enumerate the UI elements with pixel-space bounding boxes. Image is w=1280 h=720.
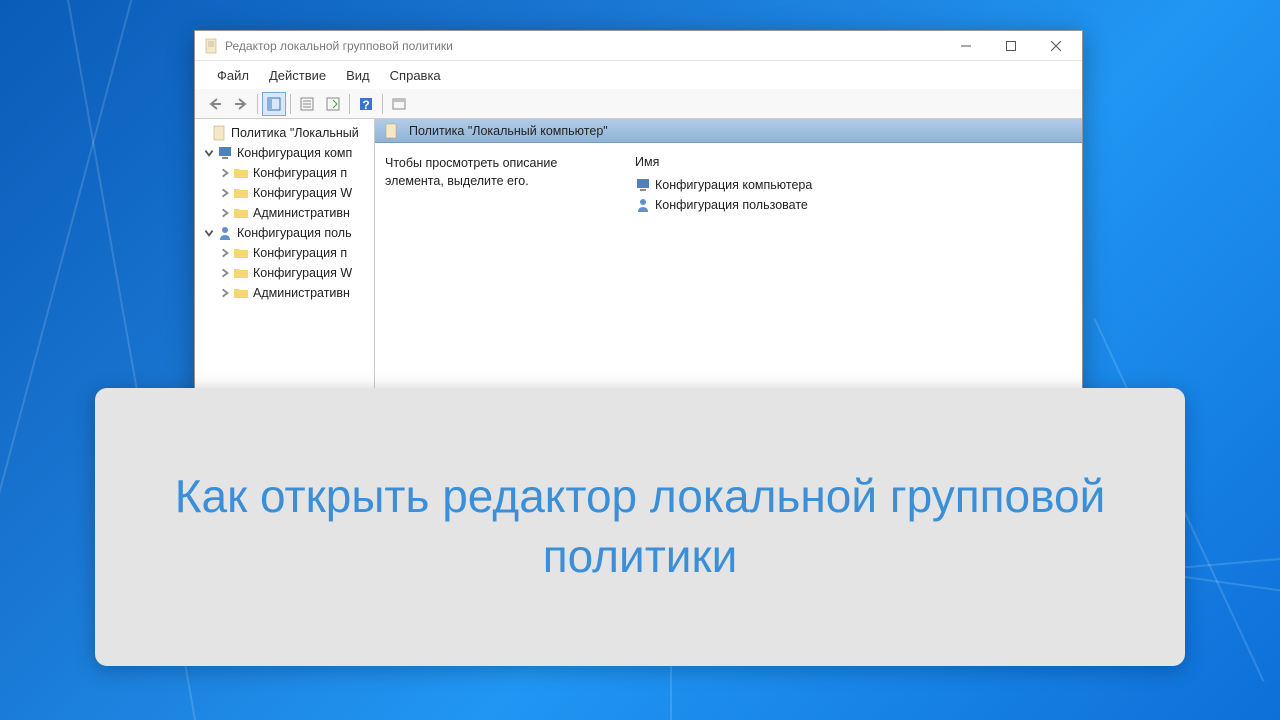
window-title: Редактор локальной групповой политики [225,39,943,53]
doc-icon [383,123,399,139]
computer-icon [217,145,233,161]
menu-action[interactable]: Действие [259,64,336,87]
titlebar[interactable]: Редактор локальной групповой политики [195,31,1082,61]
list-item-label: Конфигурация компьютера [655,178,812,192]
back-button[interactable] [203,92,227,116]
detail-header: Политика "Локальный компьютер" [375,119,1082,143]
tree-root[interactable]: Политика "Локальный [195,123,374,143]
app-icon [203,38,219,54]
chevron-right-icon[interactable] [219,267,231,279]
folder-icon [233,265,249,281]
folder-icon [233,205,249,221]
toolbar-properties-button[interactable] [295,92,319,116]
toolbar-export-button[interactable] [321,92,345,116]
chevron-right-icon[interactable] [219,287,231,299]
chevron-right-icon[interactable] [219,247,231,259]
chevron-down-icon[interactable] [203,147,215,159]
doc-icon [211,125,227,141]
user-icon [217,225,233,241]
chevron-right-icon[interactable] [219,207,231,219]
toolbar-pane-button[interactable] [262,92,286,116]
chevron-down-icon[interactable] [203,227,215,239]
menu-help[interactable]: Справка [380,64,451,87]
tree-label: Конфигурация W [253,266,352,280]
tree-label: Административн [253,206,350,220]
menu-view[interactable]: Вид [336,64,380,87]
tree-label: Конфигурация комп [237,146,352,160]
tree-label: Конфигурация поль [237,226,352,240]
toolbar: ? [195,89,1082,119]
computer-icon [635,177,651,193]
detail-header-title: Политика "Локальный компьютер" [409,124,608,138]
tree-label: Конфигурация W [253,186,352,200]
tree-user-config[interactable]: Конфигурация поль [195,223,374,243]
user-icon [635,197,651,213]
folder-icon [233,245,249,261]
window-controls [943,31,1078,60]
tree-label: Административн [253,286,350,300]
tree-software1[interactable]: Конфигурация п [195,163,374,183]
forward-button[interactable] [229,92,253,116]
list-item-user[interactable]: Конфигурация пользовате [635,195,1072,215]
list-item-label: Конфигурация пользовате [655,198,808,212]
tree-label: Конфигурация п [253,166,347,180]
tree-windows1[interactable]: Конфигурация W [195,183,374,203]
menubar: Файл Действие Вид Справка [195,61,1082,89]
list-item-computer[interactable]: Конфигурация компьютера [635,175,1072,195]
tree-software2[interactable]: Конфигурация п [195,243,374,263]
folder-icon [233,165,249,181]
tree-label: Конфигурация п [253,246,347,260]
minimize-button[interactable] [943,31,988,60]
caption-text: Как открыть редактор локальной групповой… [135,467,1145,587]
caption-card: Как открыть редактор локальной групповой… [95,388,1185,666]
svg-text:?: ? [362,98,369,112]
close-button[interactable] [1033,31,1078,60]
chevron-right-icon[interactable] [219,167,231,179]
help-button[interactable]: ? [354,92,378,116]
menu-file[interactable]: Файл [207,64,259,87]
toolbar-filter-button[interactable] [387,92,411,116]
tree-admin2[interactable]: Административн [195,283,374,303]
tree-windows2[interactable]: Конфигурация W [195,263,374,283]
folder-icon [233,285,249,301]
tree-root-label: Политика "Локальный [231,126,359,140]
tree-admin1[interactable]: Административн [195,203,374,223]
column-header-name[interactable]: Имя [635,155,1072,175]
chevron-right-icon[interactable] [219,187,231,199]
maximize-button[interactable] [988,31,1033,60]
folder-icon [233,185,249,201]
tree-computer-config[interactable]: Конфигурация комп [195,143,374,163]
